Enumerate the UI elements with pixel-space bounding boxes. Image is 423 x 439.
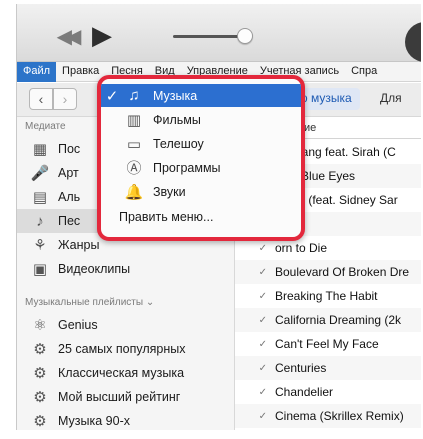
track-checkbox[interactable]: ✓ — [235, 411, 275, 422]
library-section-title: Медиате — [25, 121, 66, 132]
rewind-icon: ◀◀ — [56, 25, 82, 48]
dropdown-item-label: Телешоу — [153, 136, 204, 151]
track-title: California Dreaming (2k — [275, 313, 402, 327]
chevron-left-icon: ‹ — [38, 91, 44, 107]
media-type-dropdown: ✓ ♫ Музыка ▥ Фильмы ▭ Телешоу Ⓐ Программ… — [97, 75, 305, 241]
genius-atom-icon: ⚛ — [33, 317, 47, 334]
tab-for-you[interactable]: Для — [380, 91, 402, 105]
table-row[interactable]: ✓ Can't Feel My Face — [235, 332, 421, 356]
gear-icon: ⚙ — [33, 365, 47, 382]
dropdown-edit-menu[interactable]: Править меню... — [101, 205, 301, 228]
gear-icon: ⚙ — [33, 341, 47, 358]
sidebar-item-label: Пес — [58, 214, 81, 228]
track-title: Chandelier — [275, 385, 334, 399]
track-title: Breaking The Habit — [275, 289, 378, 303]
film-icon: ▥ — [126, 111, 142, 129]
dropdown-item-movies[interactable]: ▥ Фильмы — [101, 108, 301, 131]
dropdown-item-music[interactable]: ✓ ♫ Музыка — [101, 84, 301, 107]
video-icon: ▣ — [32, 261, 48, 278]
dropdown-item-tones[interactable]: 🔔 Звуки — [101, 180, 301, 203]
track-checkbox[interactable]: ✓ — [235, 267, 275, 278]
play-icon: ▶ — [92, 19, 112, 50]
track-checkbox[interactable]: ✓ — [235, 243, 275, 254]
track-title: orn to Die — [275, 241, 328, 255]
account-avatar[interactable] — [405, 22, 421, 62]
guitars-icon: ⚘ — [33, 237, 47, 254]
track-checkbox[interactable]: ✓ — [235, 363, 275, 374]
sidebar-item-top-rated[interactable]: ⚙ Мой высший рейтинг — [17, 385, 234, 409]
forward-button[interactable]: › — [53, 88, 77, 110]
track-checkbox[interactable]: ✓ — [235, 291, 275, 302]
microphone-icon: 🎤 — [30, 165, 50, 182]
sidebar-item-label: Видеоклипы — [58, 262, 131, 276]
chevron-right-icon: › — [62, 91, 68, 107]
rewind-button[interactable]: ◀◀ — [51, 24, 82, 48]
gear-icon: ⚙ — [33, 389, 47, 406]
track-checkbox[interactable]: ✓ — [235, 387, 275, 398]
sidebar-item-music-videos[interactable]: ▣ Видеоклипы — [17, 257, 234, 281]
sidebar-item-genius[interactable]: ⚛ Genius — [17, 313, 234, 337]
sidebar-item-label: Мой высший рейтинг — [58, 390, 181, 404]
player-toolbar: ◀◀ ▶ — [17, 4, 421, 62]
table-row[interactable]: ✓ California Dreaming (2k — [235, 308, 421, 332]
dropdown-item-label: Программы — [153, 160, 221, 175]
music-note-icon: ♫ — [128, 87, 140, 104]
music-note-icon: ♪ — [36, 212, 44, 230]
volume-slider[interactable] — [173, 35, 243, 38]
calendar-grid-icon: ▦ — [32, 141, 48, 158]
track-title: Cinema (Skrillex Remix) — [275, 409, 404, 423]
track-title: Can't Feel My Face — [275, 337, 379, 351]
dropdown-item-label: Звуки — [153, 184, 186, 199]
sidebar-item-label: Пос — [58, 142, 81, 156]
sidebar-item-label: 25 самых популярных — [58, 342, 186, 356]
table-row[interactable]: ✓Current Value-Dark Rain — [235, 428, 421, 430]
dropdown-item-apps[interactable]: Ⓐ Программы — [101, 156, 301, 179]
volume-slider-thumb[interactable] — [237, 28, 253, 44]
track-checkbox[interactable]: ✓ — [235, 339, 275, 350]
checkmark-icon: ✓ — [105, 87, 119, 105]
track-checkbox[interactable]: ✓ — [235, 315, 275, 326]
sidebar-item-classical[interactable]: ⚙ Классическая музыка — [17, 361, 234, 385]
gear-icon: ⚙ — [33, 413, 47, 430]
track-title: Boulevard Of Broken Dre — [275, 265, 410, 279]
sidebar-item-label: Арт — [58, 166, 79, 180]
dropdown-item-label: Фильмы — [153, 112, 201, 127]
playlists-section-title[interactable]: Музыкальные плейлисты ⌄ — [25, 297, 154, 308]
sidebar-item-90s-music[interactable]: ⚙ Музыка 90-х — [17, 409, 234, 430]
menu-edit[interactable]: Правка — [56, 62, 105, 82]
tv-icon: ▭ — [126, 135, 142, 153]
sidebar-item-label: Классическая музыка — [58, 366, 185, 380]
dropdown-item-tv-shows[interactable]: ▭ Телешоу — [101, 132, 301, 155]
table-row[interactable]: ✓ Chandelier — [235, 380, 421, 404]
sidebar-item-label: Genius — [58, 318, 98, 332]
table-row[interactable]: ✓ Centuries — [235, 356, 421, 380]
album-icon: ▤ — [32, 189, 48, 206]
play-button[interactable]: ▶ — [87, 20, 117, 50]
table-row[interactable]: ✓ Cinema (Skrillex Remix) — [235, 404, 421, 428]
app-store-icon: Ⓐ — [126, 160, 142, 177]
bell-icon: 🔔 — [124, 183, 144, 201]
itunes-window: ◀◀ ▶ Файл Правка Песня Вид Управление Уч… — [16, 4, 421, 430]
sidebar-item-top-25[interactable]: ⚙ 25 самых популярных — [17, 337, 234, 361]
table-row[interactable]: ✓ Breaking The Habit — [235, 284, 421, 308]
sidebar-item-label: Жанры — [58, 238, 100, 252]
menu-help[interactable]: Спра — [345, 62, 383, 82]
back-button[interactable]: ‹ — [29, 88, 53, 110]
sidebar-item-label: Аль — [58, 190, 81, 204]
sidebar-item-label: Музыка 90-х — [58, 414, 131, 428]
menu-file[interactable]: Файл — [17, 62, 57, 82]
track-title: Centuries — [275, 361, 327, 375]
dropdown-item-label: Музыка — [153, 88, 198, 103]
table-row[interactable]: ✓ Boulevard Of Broken Dre — [235, 260, 421, 284]
